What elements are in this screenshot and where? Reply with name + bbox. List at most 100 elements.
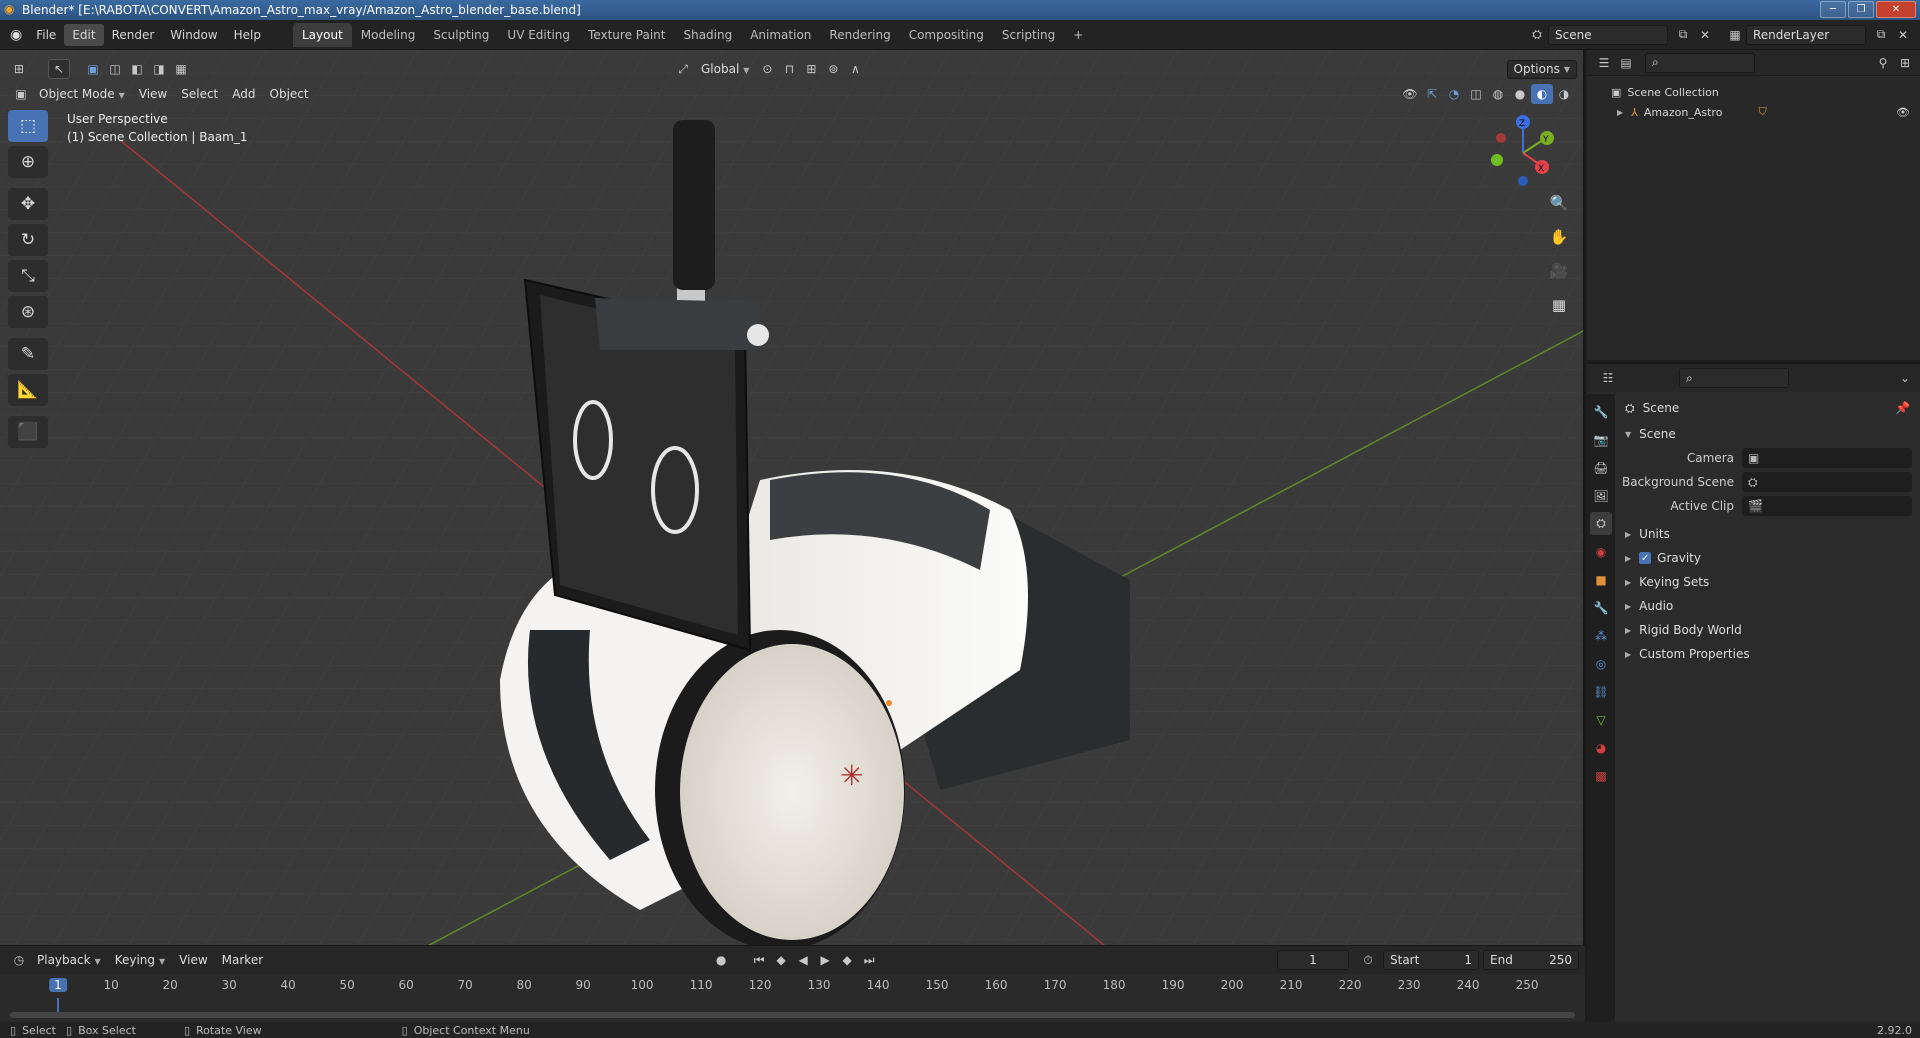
menu-keying[interactable]: Keying ▼ <box>108 950 172 970</box>
tab-uv-editing[interactable]: UV Editing <box>498 23 579 47</box>
menu-object[interactable]: Object <box>263 84 316 104</box>
filter-icon[interactable]: ⚲ <box>1872 53 1894 73</box>
modifier-tab-icon[interactable]: 🔧 <box>1590 596 1612 619</box>
start-frame-field[interactable]: Start 1 <box>1383 950 1479 970</box>
xray-icon[interactable]: ◫ <box>1465 84 1487 104</box>
material-shading-icon[interactable]: ◐ <box>1531 84 1553 104</box>
delete-scene-icon[interactable]: ✕ <box>1694 25 1716 45</box>
tab-shading[interactable]: Shading <box>674 23 741 47</box>
menu-window[interactable]: Window <box>162 24 225 46</box>
timeline[interactable]: ◷ Playback ▼ Keying ▼ View Marker ● ⏮ ◆ ◀ … <box>0 945 1585 1025</box>
falloff-icon[interactable]: ∧ <box>844 59 866 79</box>
next-keyframe-icon[interactable]: ◆ <box>836 950 858 970</box>
3d-viewport[interactable]: ✳ ⊞ ↖ ▣ ◫ ◧ ◨ ▦ ⤢ Global ▼ ⊙ ⊓ ⊞ ⊚ ∧ Opti… <box>0 50 1585 945</box>
jump-start-icon[interactable]: ⏮ <box>748 950 770 970</box>
move-tool-icon[interactable]: ✥ <box>8 188 48 220</box>
maximize-button[interactable]: ❐ <box>1848 1 1874 18</box>
gravity-checkbox[interactable]: ✓ <box>1639 552 1652 564</box>
editor-type-icon[interactable]: ⊞ <box>8 59 30 79</box>
menu-render[interactable]: Render <box>104 24 163 46</box>
active-clip-field[interactable]: 🎬 <box>1742 496 1912 516</box>
camera-field[interactable]: ▣ <box>1742 448 1912 468</box>
zoom-icon[interactable]: 🔍 <box>1545 190 1573 216</box>
options-dropdown[interactable]: Options ▼ <box>1506 59 1577 79</box>
rendered-shading-icon[interactable]: ◑ <box>1553 84 1575 104</box>
add-workspace-button[interactable]: + <box>1064 23 1092 47</box>
properties-editor[interactable]: ☷ ⌕ ⌄ 🔧 📷 🖨 🖼 ⛭ ◉ ■ 🔧 ⁂ ◎ ⛓ ▽ ◕ ▩ ⛭ Scen… <box>1587 362 1920 1024</box>
menu-add[interactable]: Add <box>225 84 262 104</box>
custom-properties-panel[interactable]: ▶ Custom Properties <box>1617 642 1920 666</box>
annotate-tool-icon[interactable]: ✎ <box>8 338 48 370</box>
wireframe-shading-icon[interactable]: ◍ <box>1487 84 1509 104</box>
tab-compositing[interactable]: Compositing <box>900 23 993 47</box>
scale-tool-icon[interactable]: ⤡ <box>8 260 48 292</box>
tab-modeling[interactable]: Modeling <box>352 23 425 47</box>
world-tab-icon[interactable]: ◉ <box>1590 540 1612 563</box>
tab-texture-paint[interactable]: Texture Paint <box>579 23 674 47</box>
tab-sculpting[interactable]: Sculpting <box>424 23 498 47</box>
menu-select[interactable]: Select <box>174 84 225 104</box>
output-tab-icon[interactable]: 🖨 <box>1590 456 1612 479</box>
scene-tab-icon[interactable]: ⛭ <box>1590 512 1612 535</box>
texture-tab-icon[interactable]: ▩ <box>1590 764 1612 787</box>
minimize-button[interactable]: ─ <box>1820 1 1846 18</box>
physics-tab-icon[interactable]: ◎ <box>1590 652 1612 675</box>
scene-field[interactable]: Scene <box>1548 24 1668 45</box>
preview-range-icon[interactable]: ⏱ <box>1357 950 1379 970</box>
rotate-tool-icon[interactable]: ↻ <box>8 224 48 256</box>
menu-help[interactable]: Help <box>226 24 269 46</box>
outliner-editor-icon[interactable]: ☰ <box>1593 53 1615 73</box>
select-mode-subtract-icon[interactable]: ◧ <box>126 59 148 79</box>
menu-marker[interactable]: Marker <box>215 950 270 970</box>
render-layer-field[interactable]: RenderLayer <box>1746 24 1866 45</box>
add-cube-tool-icon[interactable]: ⬛ <box>8 416 48 448</box>
keying-sets-panel[interactable]: ▶ Keying Sets <box>1617 570 1920 594</box>
outliner-scene-collection[interactable]: ▣ Scene Collection <box>1587 82 1920 102</box>
cursor-tool-icon[interactable]: ⊕ <box>8 146 48 178</box>
overlay-toggle-icon[interactable]: ◔ <box>1443 84 1465 104</box>
navigation-gizmo[interactable]: Z Y X <box>1483 108 1563 188</box>
menu-view[interactable]: View <box>132 84 174 104</box>
material-tab-icon[interactable]: ◕ <box>1590 736 1612 759</box>
delete-layer-icon[interactable]: ✕ <box>1892 25 1914 45</box>
prev-keyframe-icon[interactable]: ◆ <box>770 950 792 970</box>
outliner-item-amazon-astro[interactable]: ▶ ⅄ Amazon_Astro ⛉ 👁 <box>1587 102 1920 122</box>
menu-edit[interactable]: Edit <box>64 23 104 46</box>
tab-layout[interactable]: Layout <box>292 22 352 47</box>
units-panel[interactable]: ▶ Units <box>1617 522 1920 546</box>
new-scene-icon[interactable]: ⧉ <box>1672 25 1694 45</box>
display-mode-icon[interactable]: ▤ <box>1615 53 1637 73</box>
pan-hand-icon[interactable]: ✋ <box>1545 224 1573 250</box>
scene-panel-header[interactable]: ▼ Scene <box>1617 422 1920 446</box>
properties-search-input[interactable]: ⌕ <box>1679 368 1789 388</box>
record-icon[interactable]: ● <box>710 950 732 970</box>
outliner-search-input[interactable]: ⌕ <box>1645 52 1755 73</box>
view-layer-tab-icon[interactable]: 🖼 <box>1590 484 1612 507</box>
rigid-body-world-panel[interactable]: ▶ Rigid Body World <box>1617 618 1920 642</box>
data-tab-icon[interactable]: ▽ <box>1590 708 1612 731</box>
background-scene-field[interactable]: ⛭ <box>1742 472 1912 492</box>
solid-shading-icon[interactable]: ● <box>1509 84 1531 104</box>
pin-icon[interactable]: 📌 <box>1895 401 1910 415</box>
snap-icon[interactable]: ⊓ <box>778 59 800 79</box>
orientation-icon[interactable]: ⤢ <box>672 59 694 79</box>
menu-timeline-view[interactable]: View <box>172 950 214 970</box>
play-reverse-icon[interactable]: ◀ <box>792 950 814 970</box>
particles-tab-icon[interactable]: ⁂ <box>1590 624 1612 647</box>
properties-options-icon[interactable]: ⌄ <box>1894 368 1916 388</box>
proportional-edit-icon[interactable]: ⊚ <box>822 59 844 79</box>
outliner[interactable]: ☰ ▤ ⌕ ⚲ ⊞ ▣ Scene Collection ▶ ⅄ Amazon_… <box>1587 50 1920 360</box>
select-mode-new-icon[interactable]: ▣ <box>82 59 104 79</box>
select-mode-intersect-icon[interactable]: ▦ <box>170 59 192 79</box>
audio-panel[interactable]: ▶ Audio <box>1617 594 1920 618</box>
select-mode-invert-icon[interactable]: ◨ <box>148 59 170 79</box>
properties-editor-icon[interactable]: ☷ <box>1597 368 1619 388</box>
end-frame-field[interactable]: End 250 <box>1483 950 1579 970</box>
transform-tool-icon[interactable]: ⊛ <box>8 296 48 328</box>
constraints-tab-icon[interactable]: ⛓ <box>1590 680 1612 703</box>
new-collection-icon[interactable]: ⊞ <box>1894 53 1916 73</box>
frame-ruler[interactable]: 1 10 20 30 40 50 60 70 80 90 100 110 120 130 140 150 160… <box>0 976 1585 998</box>
gravity-panel[interactable]: ▶ ✓ Gravity <box>1617 546 1920 570</box>
select-mode-extend-icon[interactable]: ◫ <box>104 59 126 79</box>
object-tab-icon[interactable]: ■ <box>1590 568 1612 591</box>
